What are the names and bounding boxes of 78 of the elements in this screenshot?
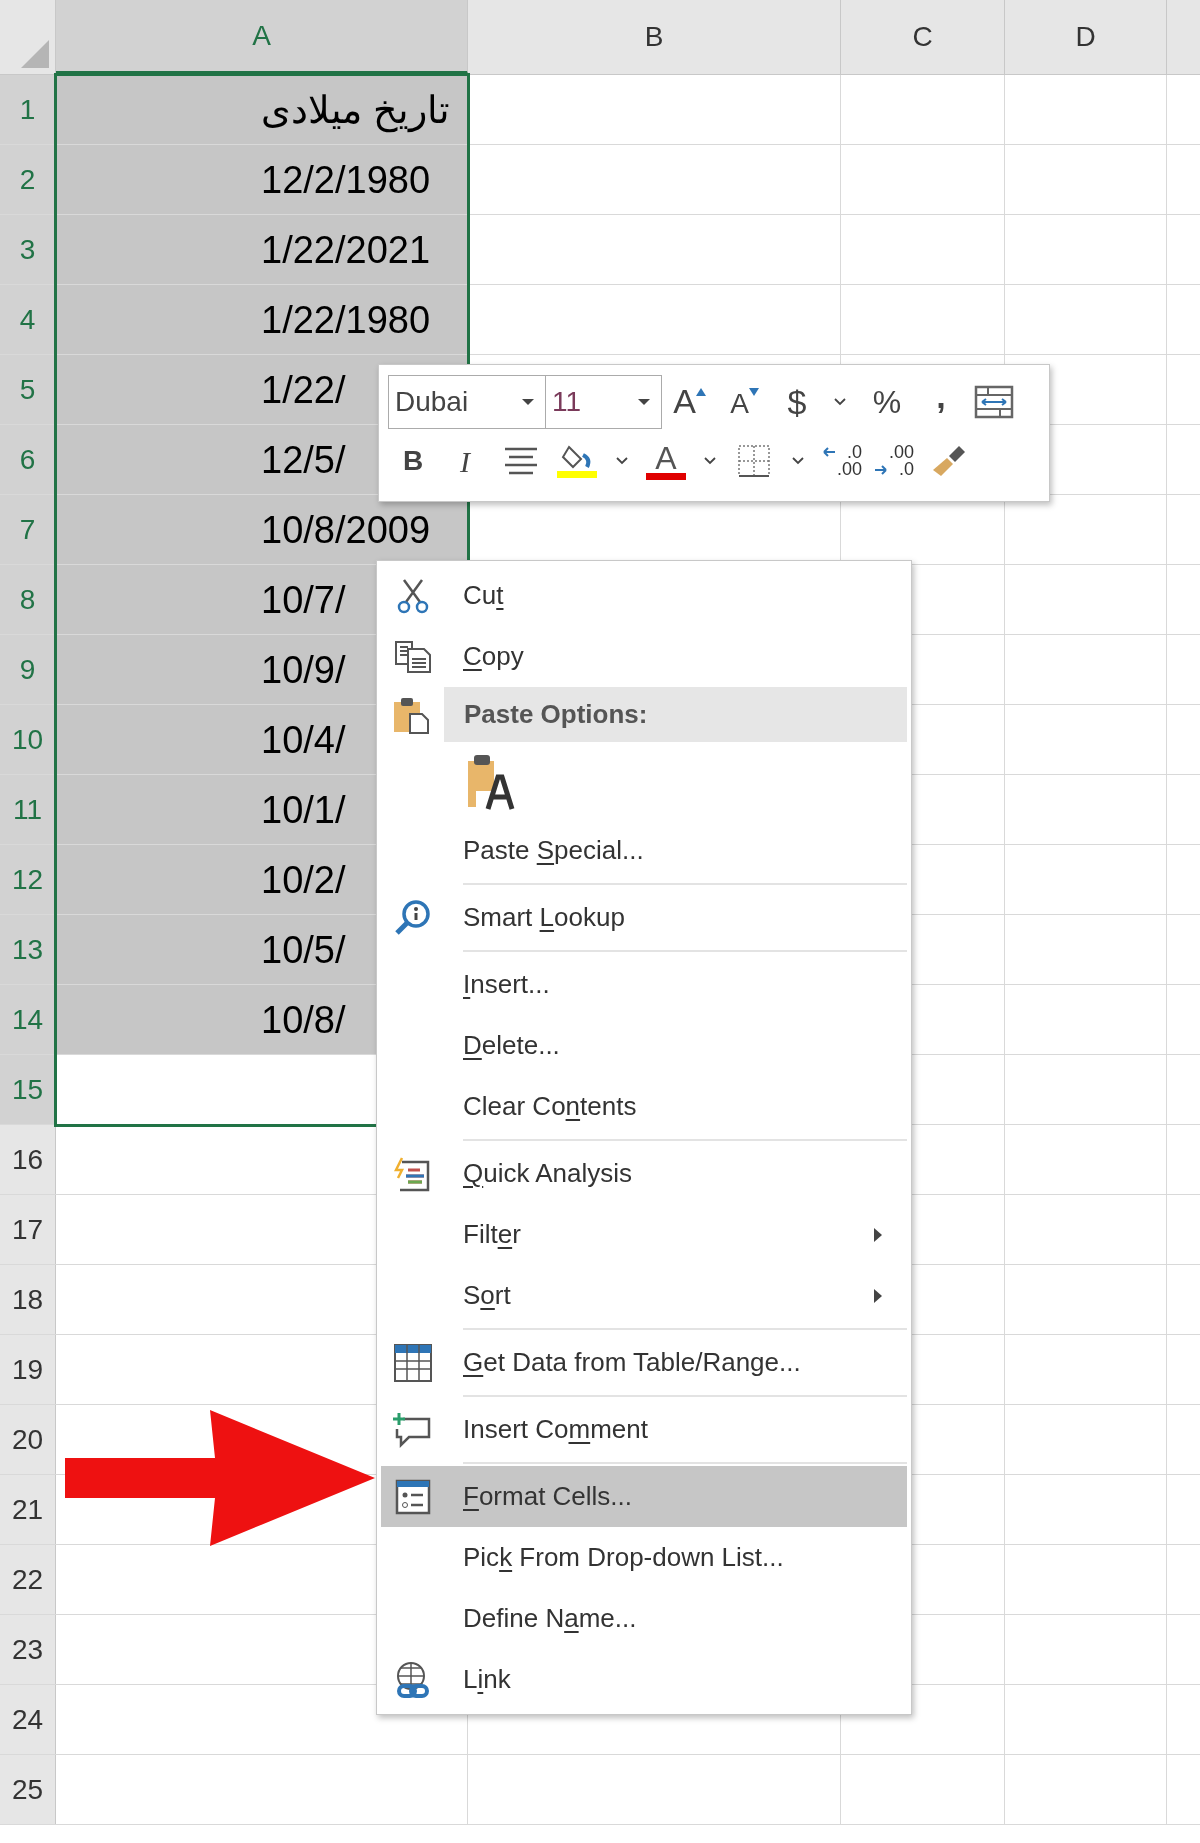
currency-button[interactable]: $ [772, 374, 822, 430]
font-color-button[interactable]: A [640, 433, 692, 489]
row-header[interactable]: 5 [0, 355, 56, 424]
table-icon [392, 1342, 433, 1383]
row-header[interactable]: 22 [0, 1545, 56, 1614]
scissors-icon [395, 577, 430, 614]
caret-icon [521, 398, 535, 406]
menu-item[interactable]: Link [381, 1649, 907, 1710]
row-header[interactable]: 9 [0, 635, 56, 704]
row-header[interactable]: 24 [0, 1685, 56, 1754]
row-header[interactable]: 7 [0, 495, 56, 564]
row-header[interactable]: 17 [0, 1195, 56, 1264]
format-cells-icon [394, 1478, 431, 1515]
cell: 1/22/1980 [56, 285, 468, 354]
caret-icon [704, 457, 716, 465]
comma-style-button[interactable]: , [916, 374, 966, 430]
row-header[interactable]: 25 [0, 1755, 56, 1824]
row-header[interactable]: 13 [0, 915, 56, 984]
menu-item[interactable]: Insert Comment [381, 1399, 907, 1460]
font-name-field[interactable]: Dubai [388, 375, 546, 429]
row-header[interactable]: 8 [0, 565, 56, 634]
caret-icon [637, 398, 651, 406]
row-header[interactable]: 2 [0, 145, 56, 214]
row-header[interactable]: 18 [0, 1265, 56, 1334]
column-header[interactable]: C [841, 0, 1005, 74]
quick-analysis-icon [393, 1155, 432, 1192]
row-header[interactable]: 19 [0, 1335, 56, 1404]
bold-button[interactable]: B [388, 433, 438, 489]
row-header[interactable]: 12 [0, 845, 56, 914]
row-header[interactable]: 6 [0, 425, 56, 494]
cell: 10/8/2009 [56, 495, 468, 564]
menu-item[interactable]: Pick From Drop-down List... [381, 1527, 907, 1588]
copy-icon [393, 639, 432, 674]
menu-item[interactable]: Sort [381, 1265, 907, 1326]
row-header[interactable]: 20 [0, 1405, 56, 1474]
borders-icon [737, 444, 771, 478]
column-header[interactable]: A [56, 0, 468, 74]
caret-icon [834, 398, 846, 406]
down-triangle-icon [748, 388, 759, 396]
menu-item[interactable]: Format Cells... [381, 1466, 907, 1527]
row-header[interactable]: 3 [0, 215, 56, 284]
row-header[interactable]: 21 [0, 1475, 56, 1544]
row-header[interactable]: 14 [0, 985, 56, 1054]
shrink-font-button[interactable]: A [717, 374, 772, 430]
percent-button[interactable]: % [858, 374, 916, 430]
merge-center-icon [974, 385, 1014, 419]
menu-item[interactable]: Get Data from Table/Range... [381, 1332, 907, 1393]
decrease-decimal-button[interactable]: .00 .0 [868, 433, 920, 489]
arrow-icon [822, 447, 836, 457]
row-header[interactable]: 4 [0, 285, 56, 354]
increase-decimal-button[interactable]: .0 .00 [816, 433, 868, 489]
cell: 1/22/2021 [56, 215, 468, 284]
comment-icon [392, 1410, 433, 1449]
font-size-field[interactable]: 11 [546, 375, 662, 429]
menu-item[interactable]: Filter [381, 1204, 907, 1265]
arrow-icon [874, 465, 888, 475]
row-header[interactable]: 1 [0, 75, 56, 144]
menu-item[interactable]: Define Name... [381, 1588, 907, 1649]
row-header[interactable]: 16 [0, 1125, 56, 1194]
column-header[interactable]: B [468, 0, 841, 74]
clipboard-icon [391, 695, 430, 734]
row-header[interactable]: 11 [0, 775, 56, 844]
menu-item[interactable]: Quick Analysis [381, 1143, 907, 1204]
paste-options-heading: Paste Options: [444, 687, 907, 742]
search-icon [393, 898, 432, 937]
up-triangle-icon [695, 388, 706, 396]
grow-font-button[interactable]: A [662, 374, 717, 430]
row-header[interactable]: 15 [0, 1055, 56, 1124]
caret-icon [792, 457, 804, 465]
cell: 12/2/1980 [56, 145, 468, 214]
caret-icon [616, 457, 628, 465]
select-all-triangle-icon [21, 40, 49, 68]
cell: تاریخ میلادی [56, 75, 468, 144]
row-header[interactable]: 10 [0, 705, 56, 774]
column-header[interactable]: D [1005, 0, 1167, 74]
align-center-icon [503, 447, 539, 475]
menu-item[interactable]: Clear Contents [381, 1076, 907, 1137]
row-header[interactable]: 23 [0, 1615, 56, 1684]
